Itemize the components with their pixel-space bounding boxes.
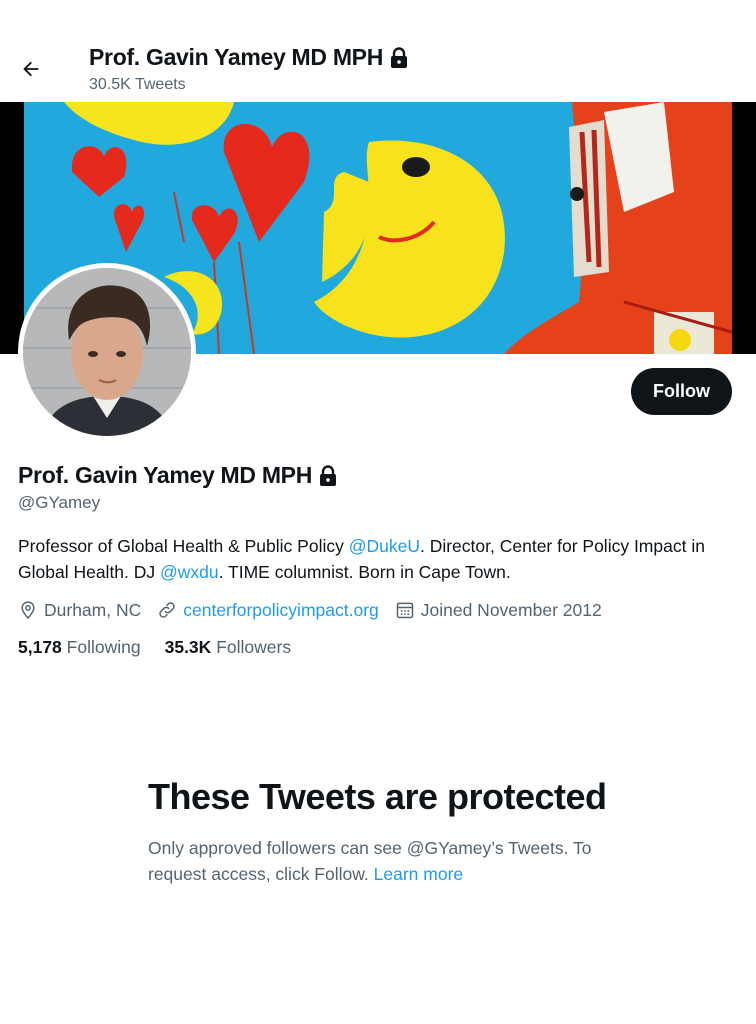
mention-link-wxdu[interactable]: @wxdu bbox=[160, 562, 219, 582]
learn-more-link[interactable]: Learn more bbox=[374, 864, 464, 884]
protected-notice: These Tweets are protected Only approved… bbox=[148, 775, 618, 887]
bio-text: Professor of Global Health & Public Poli… bbox=[18, 536, 349, 556]
location-text: Durham, NC bbox=[44, 599, 142, 620]
header-title-row: Prof. Gavin Yamey MD MPH bbox=[89, 44, 409, 71]
profile-name: Prof. Gavin Yamey MD MPH bbox=[18, 462, 313, 488]
bio-text: . TIME columnist. Born in Cape Town. bbox=[218, 562, 511, 582]
profile-name-row: Prof. Gavin Yamey MD MPH bbox=[18, 462, 338, 489]
header-title: Prof. Gavin Yamey MD MPH bbox=[89, 44, 384, 70]
followers-count-link[interactable]: 35.3K Followers bbox=[165, 637, 291, 658]
profile-handle: @GYamey bbox=[18, 493, 101, 512]
joined-item: Joined November 2012 bbox=[395, 600, 602, 621]
follow-button[interactable]: Follow bbox=[631, 368, 732, 415]
lock-icon bbox=[320, 464, 337, 486]
profile-bio: Professor of Global Health & Public Poli… bbox=[18, 533, 718, 585]
website-link[interactable]: centerforpolicyimpact.org bbox=[183, 600, 379, 621]
arrow-left-icon bbox=[23, 61, 39, 77]
calendar-icon bbox=[396, 602, 413, 619]
profile-meta: Durham, NC centerforpolicyimpact.org Joi… bbox=[18, 597, 618, 623]
lock-icon bbox=[391, 46, 408, 68]
profile-avatar[interactable] bbox=[18, 263, 196, 441]
link-icon bbox=[159, 602, 175, 618]
mention-link-dukeu[interactable]: @DukeU bbox=[349, 536, 420, 556]
top-bar: Prof. Gavin Yamey MD MPH 30.5K Tweets bbox=[0, 0, 756, 102]
follow-counts: 5,178 Following 35.3K Followers bbox=[18, 637, 315, 658]
location-item: Durham, NC bbox=[18, 600, 141, 621]
joined-text: Joined November 2012 bbox=[420, 599, 602, 620]
tweet-count: 30.5K Tweets bbox=[89, 76, 186, 93]
location-pin-icon bbox=[21, 601, 35, 619]
protected-text: Only approved followers can see @GYamey’… bbox=[148, 838, 592, 884]
protected-heading: These Tweets are protected bbox=[148, 776, 607, 817]
protected-text-row: Only approved followers can see @GYamey’… bbox=[148, 835, 618, 887]
back-button[interactable] bbox=[14, 52, 48, 86]
website-item: centerforpolicyimpact.org bbox=[157, 600, 379, 621]
followers-label: Followers bbox=[216, 637, 292, 657]
avatar-photo bbox=[23, 268, 191, 436]
following-count-link[interactable]: 5,178 Following bbox=[18, 637, 141, 658]
following-count: 5,178 bbox=[18, 637, 62, 657]
followers-count: 35.3K bbox=[164, 637, 212, 657]
following-label: Following bbox=[66, 637, 141, 657]
